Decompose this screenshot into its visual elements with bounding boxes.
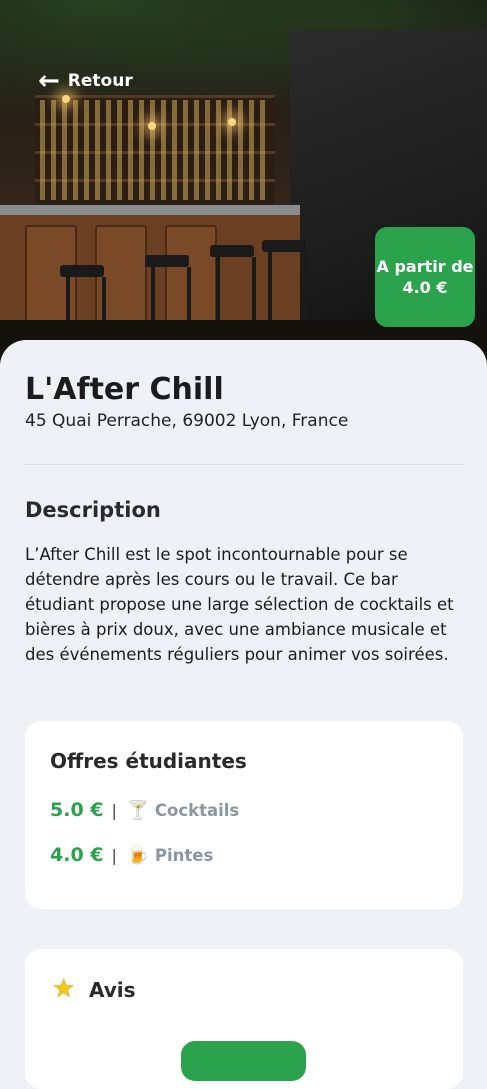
arrow-left-icon: ← (38, 66, 60, 96)
offer-row-pintes: 4.0 € | 🍺 Pintes (50, 844, 213, 866)
offer-separator: | (111, 845, 117, 865)
divider (25, 464, 463, 465)
hero-stool (145, 255, 191, 337)
back-button[interactable]: ← Retour (38, 68, 133, 94)
offers-card: Offres étudiantes 5.0 € | 🍸 Cocktails 4.… (25, 721, 463, 909)
hero-lamp (62, 95, 70, 103)
cocktail-icon: 🍸 (126, 799, 150, 821)
hero-stool (210, 245, 256, 327)
venue-address: 45 Quai Perrache, 69002 Lyon, France (25, 411, 349, 431)
price-badge-value: 4.0 € (402, 278, 448, 297)
price-badge-label: A partir de (376, 257, 474, 276)
offer-price: 5.0 € (50, 799, 104, 821)
hero-lamp (228, 118, 236, 126)
reviews-card: ★ Avis (25, 949, 463, 1089)
offer-price: 4.0 € (50, 844, 104, 866)
reviews-title: Avis (89, 978, 136, 1002)
back-label: Retour (67, 71, 133, 91)
offers-title: Offres étudiantes (50, 749, 247, 773)
hero-stool (60, 265, 106, 347)
offer-name: Pintes (154, 845, 214, 865)
venue-title: L'After Chill (25, 372, 224, 407)
price-badge: A partir de 4.0 € (375, 227, 475, 327)
hero-stool (262, 240, 308, 322)
star-icon: ★ (52, 974, 76, 1004)
review-action-button[interactable] (181, 1041, 306, 1081)
offer-name: Cocktails (154, 800, 240, 820)
offer-row-cocktails: 5.0 € | 🍸 Cocktails (50, 799, 239, 821)
offer-separator: | (111, 800, 117, 820)
hero-lamp (148, 122, 156, 130)
beer-icon: 🍺 (126, 844, 150, 866)
description-title: Description (25, 498, 161, 522)
description-text: L’After Chill est le spot incontournable… (25, 545, 454, 664)
hero-bottles (40, 100, 270, 200)
